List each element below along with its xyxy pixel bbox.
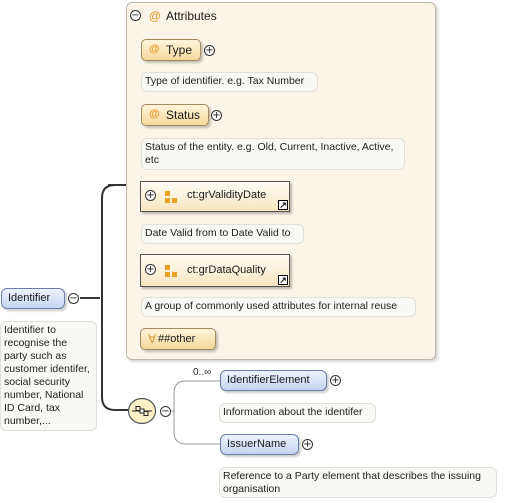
- data-quality-label: ct:grDataQuality: [187, 264, 266, 276]
- status-doc: Status of the entity. e.g. Old, Current,…: [141, 138, 405, 170]
- expand-icon[interactable]: +: [145, 264, 156, 275]
- attribute-icon: @: [149, 43, 160, 55]
- expand-icon[interactable]: +: [145, 190, 156, 201]
- status-label: Status: [166, 108, 201, 122]
- expand-icon[interactable]: +: [204, 45, 215, 56]
- collapse-icon[interactable]: −: [130, 10, 141, 21]
- type-attribute[interactable]: @ Type: [141, 39, 201, 61]
- issuer-name-element[interactable]: IssuerName: [220, 434, 299, 455]
- attribute-group-icon: [165, 191, 170, 196]
- issuer-name-doc: Reference to a Party element that descri…: [219, 467, 497, 498]
- type-doc: Type of identifier. e.g. Tax Number: [141, 72, 318, 92]
- identifier-doc: Identifier to recognise the party such a…: [0, 321, 97, 431]
- validity-date-doc: Date Valid from to Date Valid to: [141, 224, 304, 244]
- expand-icon[interactable]: +: [302, 439, 313, 450]
- issuer-name-label: IssuerName: [227, 438, 287, 450]
- any-attribute-label: ##other: [158, 333, 196, 345]
- collapse-icon[interactable]: −: [68, 293, 79, 304]
- identifier-element[interactable]: Identifier: [1, 288, 65, 309]
- collapse-icon[interactable]: −: [160, 406, 171, 417]
- data-quality-doc: A group of commonly used attributes for …: [141, 297, 416, 317]
- identifier-label: Identifier: [8, 292, 51, 304]
- identifier-element-doc: Information about the identifer: [219, 403, 376, 423]
- cardinality-label: 0..∞: [193, 367, 212, 378]
- validity-date-group[interactable]: + ct:grValidityDate ↗: [140, 181, 290, 212]
- type-label: Type: [166, 43, 193, 57]
- validity-date-label: ct:grValidityDate: [187, 189, 267, 201]
- expand-icon[interactable]: +: [330, 375, 341, 386]
- status-attribute[interactable]: @ Status: [141, 104, 209, 126]
- identifier-element-child[interactable]: IdentifierElement: [220, 370, 327, 391]
- reference-link-icon[interactable]: ↗: [278, 275, 288, 285]
- attribute-icon: @: [149, 9, 161, 23]
- any-attribute[interactable]: ∀ ##other: [140, 328, 216, 350]
- attribute-icon: @: [149, 108, 160, 120]
- expand-icon[interactable]: +: [211, 110, 222, 121]
- attributes-header: Attributes: [166, 9, 217, 23]
- wildcard-icon: ∀: [148, 332, 157, 346]
- attribute-group-icon: [165, 265, 170, 270]
- data-quality-group[interactable]: + ct:grDataQuality ↗: [140, 254, 290, 287]
- identifier-element-label: IdentifierElement: [227, 374, 310, 386]
- sequence-icon[interactable]: [127, 397, 157, 425]
- reference-link-icon[interactable]: ↗: [278, 200, 288, 210]
